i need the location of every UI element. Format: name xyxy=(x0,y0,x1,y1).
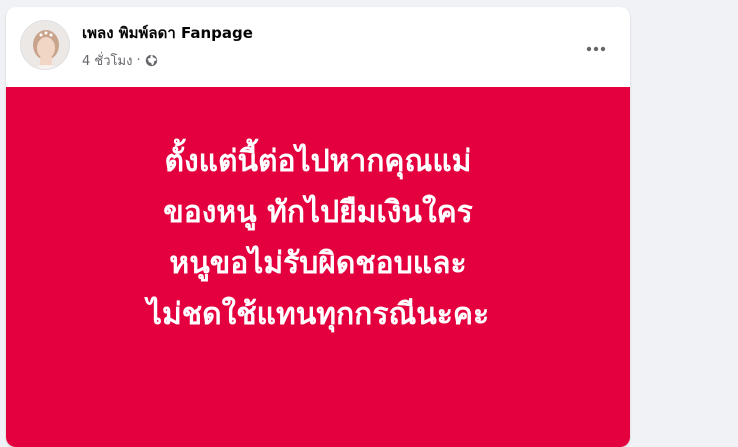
post-text-line: ตั้งแต่นี้ต่อไปหากคุณแม่ xyxy=(164,144,472,179)
post-card: เพลง พิมพ์ลดา Fanpage 4 ชั่วโมง · ตั้งแต… xyxy=(6,7,630,447)
post-content[interactable]: ตั้งแต่นี้ต่อไปหากคุณแม่ ของหนู ทักไปยืม… xyxy=(6,87,630,447)
post-text-line: ของหนู ทักไปยืมเงินใคร xyxy=(163,195,473,230)
post-text: ตั้งแต่นี้ต่อไปหากคุณแม่ ของหนู ทักไปยืม… xyxy=(147,136,489,340)
post-header: เพลง พิมพ์ลดา Fanpage 4 ชั่วโมง · xyxy=(6,7,630,87)
post-text-line: ไม่ชดใช้แทนทุกกรณีนะคะ xyxy=(146,297,490,332)
more-options-button[interactable] xyxy=(578,31,614,67)
post-text-line: หนูขอไม่รับผิดชอบและ xyxy=(169,246,467,281)
author-name[interactable]: เพลง พิมพ์ลดา Fanpage xyxy=(82,21,253,45)
post-meta: 4 ชั่วโมง · xyxy=(82,50,158,71)
meta-separator: · xyxy=(136,53,141,68)
post-time[interactable]: 4 ชั่วโมง xyxy=(82,50,132,71)
more-dots-icon xyxy=(586,46,606,52)
profile-photo xyxy=(21,21,69,69)
avatar[interactable] xyxy=(20,20,70,70)
globe-icon[interactable] xyxy=(145,54,158,67)
